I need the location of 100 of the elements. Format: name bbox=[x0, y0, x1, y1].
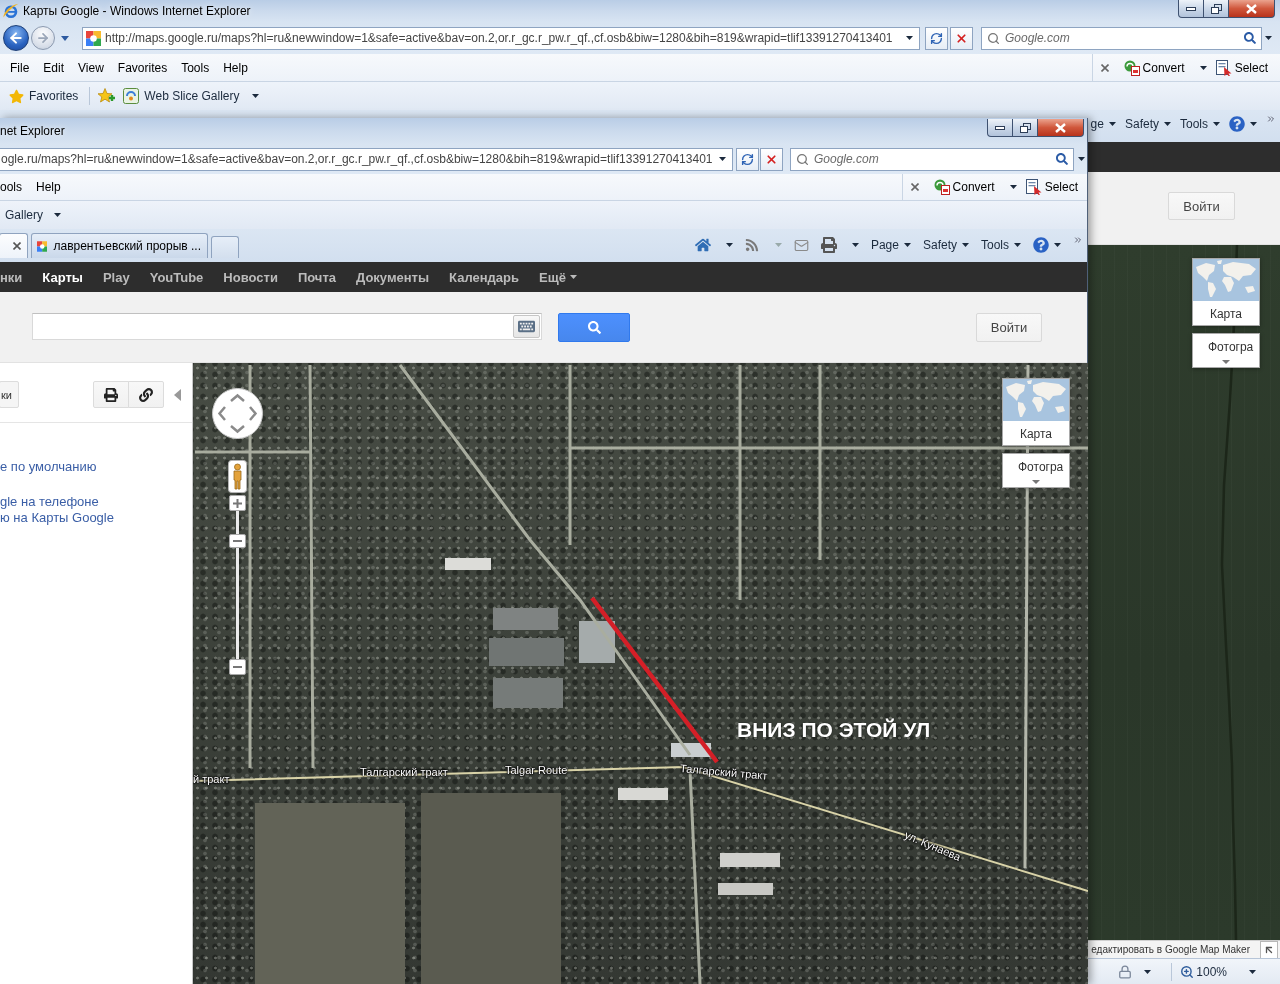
menu-item[interactable]: View bbox=[71, 60, 111, 75]
search-icon[interactable] bbox=[1056, 153, 1068, 165]
sign-in-button[interactable]: Войти bbox=[976, 313, 1042, 342]
nav-link[interactable]: YouTube bbox=[149, 269, 204, 285]
convert-button[interactable]: Convert bbox=[1123, 59, 1207, 76]
zoom-out-button[interactable] bbox=[229, 659, 246, 675]
building-roof bbox=[493, 608, 558, 630]
refresh-icon bbox=[741, 152, 754, 166]
mail-icon[interactable] bbox=[793, 237, 809, 253]
building-roof bbox=[718, 883, 773, 895]
close-tab-icon[interactable] bbox=[13, 242, 21, 250]
minimize-icon bbox=[995, 125, 1005, 130]
sidebar-link[interactable]: ю на Карты Google bbox=[0, 510, 114, 526]
stop-button[interactable] bbox=[950, 26, 973, 50]
restore-button[interactable] bbox=[1012, 119, 1038, 137]
tab-button[interactable]: ки bbox=[0, 381, 19, 408]
map-type-button[interactable]: Фотогра bbox=[1192, 333, 1260, 368]
menu-button[interactable]: Safety bbox=[1124, 114, 1171, 134]
caret-icon bbox=[1032, 480, 1040, 484]
web-slice-button[interactable]: Web Slice Gallery bbox=[123, 88, 259, 104]
search-button[interactable] bbox=[558, 313, 630, 342]
map-type-button[interactable]: Карта bbox=[1192, 258, 1260, 326]
close-icon[interactable] bbox=[1100, 63, 1109, 72]
link-button[interactable] bbox=[128, 381, 164, 408]
close-icon[interactable] bbox=[910, 183, 919, 191]
search-field[interactable]: Google.com bbox=[981, 26, 1262, 50]
favorites-button[interactable]: Favorites bbox=[9, 88, 79, 104]
convert-button[interactable]: Convert bbox=[933, 179, 1017, 195]
nav-link[interactable]: Ещё bbox=[539, 269, 577, 285]
print-button[interactable] bbox=[93, 381, 129, 408]
restore-button[interactable] bbox=[1203, 0, 1229, 18]
sidebar-link[interactable]: е по умолчанию bbox=[0, 459, 97, 475]
nav-link[interactable]: нки bbox=[0, 269, 23, 285]
select-button[interactable]: Select bbox=[1215, 59, 1268, 76]
caret-icon bbox=[1250, 122, 1257, 126]
address-field[interactable]: http://maps.google.ru/maps?hl=ru&newwindow=1&safe=active&bav=on.2,or.r_gc.r_pw.r_qf.,cf.osb&biw=1280&bih=819&wrapid=tlif13391270413401 bbox=[82, 26, 920, 50]
close-button[interactable] bbox=[1037, 119, 1084, 137]
caret-icon[interactable] bbox=[61, 35, 69, 41]
caret-icon bbox=[1222, 360, 1230, 364]
menu-item[interactable]: Edit bbox=[36, 60, 72, 75]
address-field[interactable]: ogle.ru/maps?hl=ru&newwindow=1&safe=active&bav=on.2,or.r_gc.r_pw.r_qf.,cf.osb&biw=1280&bih=819&wrapid=tlif13391270413401 bbox=[0, 147, 733, 171]
refresh-button[interactable] bbox=[736, 147, 759, 171]
zoom-slider-thumb[interactable] bbox=[229, 534, 246, 548]
pegman-icon[interactable] bbox=[228, 460, 247, 493]
web-slice-button[interactable]: Gallery bbox=[5, 208, 61, 222]
caret-icon[interactable] bbox=[1078, 157, 1085, 161]
building-roof bbox=[618, 788, 668, 800]
nav-link[interactable]: Карты bbox=[42, 269, 83, 285]
zoom-button[interactable]: 100% bbox=[1180, 964, 1227, 979]
close-button[interactable] bbox=[1228, 0, 1275, 18]
window-title: Карты Google - Windows Internet Explorer bbox=[23, 4, 251, 18]
stop-button[interactable] bbox=[760, 147, 783, 171]
caret-icon[interactable] bbox=[1265, 36, 1272, 40]
menu-button[interactable]: Safety bbox=[922, 235, 969, 255]
caret-left-icon[interactable] bbox=[174, 388, 181, 401]
search-field[interactable] bbox=[32, 313, 542, 340]
menu-item[interactable]: File bbox=[3, 60, 37, 75]
back-button[interactable] bbox=[3, 25, 29, 51]
sidebar-link[interactable]: gle на телефоне bbox=[0, 494, 99, 510]
map-type-button[interactable]: Фотогра bbox=[1002, 453, 1070, 488]
nav-link[interactable]: Календарь bbox=[449, 269, 519, 285]
menu-button[interactable]: Tools bbox=[1180, 114, 1220, 134]
browser-tab[interactable]: лаврентьевский прорыв ... bbox=[31, 233, 208, 258]
nav-link[interactable]: Play bbox=[102, 269, 130, 285]
minimize-button[interactable] bbox=[987, 119, 1013, 137]
menu-item[interactable]: ools bbox=[0, 180, 29, 194]
nav-link[interactable]: Новости bbox=[223, 269, 278, 285]
pan-control-icon[interactable] bbox=[212, 388, 263, 439]
caret-icon bbox=[251, 94, 259, 98]
help-button[interactable] bbox=[1033, 235, 1061, 255]
map-maker-link[interactable]: едактировать в Google Map Maker bbox=[1091, 944, 1250, 955]
nav-link[interactable]: Документы bbox=[356, 269, 430, 285]
search-field[interactable]: Google.com bbox=[790, 147, 1074, 171]
search-icon[interactable] bbox=[1244, 32, 1256, 44]
keyboard-button[interactable] bbox=[513, 315, 540, 338]
add-favorite-icon[interactable] bbox=[98, 88, 116, 104]
menu-item[interactable]: Help bbox=[29, 180, 68, 194]
menu-item[interactable]: Tools bbox=[174, 60, 217, 75]
menu-item[interactable]: Help bbox=[216, 60, 255, 75]
lock-icon bbox=[1118, 964, 1133, 979]
select-button[interactable]: Select bbox=[1025, 179, 1078, 195]
caret-icon[interactable] bbox=[1249, 969, 1256, 974]
zoom-in-button[interactable] bbox=[229, 495, 246, 511]
security-button[interactable] bbox=[1118, 964, 1152, 979]
menu-button[interactable]: Tools bbox=[981, 235, 1021, 255]
nav-link[interactable]: Почта bbox=[297, 269, 336, 285]
sign-in-button[interactable]: Войти bbox=[1168, 192, 1235, 220]
corner-button[interactable] bbox=[1260, 940, 1278, 959]
menu-button[interactable]: Page bbox=[870, 235, 911, 255]
feed-icon bbox=[744, 238, 759, 252]
search-icon bbox=[587, 321, 601, 334]
menu-button[interactable]: ge bbox=[1090, 114, 1116, 134]
help-button[interactable] bbox=[1229, 114, 1257, 134]
minimize-icon bbox=[1186, 6, 1196, 11]
browser-tab[interactable] bbox=[0, 233, 28, 258]
map-type-button[interactable]: Карта bbox=[1002, 378, 1070, 446]
menu-item[interactable]: Favorites bbox=[110, 60, 175, 75]
print-icon bbox=[820, 237, 837, 253]
minimize-button[interactable] bbox=[1178, 0, 1204, 18]
refresh-button[interactable] bbox=[925, 26, 948, 50]
